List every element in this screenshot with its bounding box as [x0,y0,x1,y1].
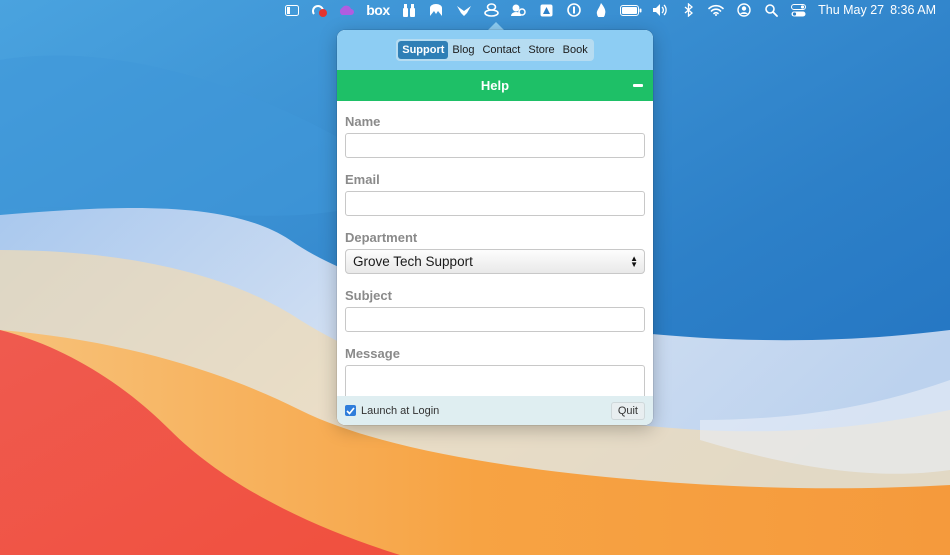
help-popover: Support Blog Contact Store Book Help Nam… [337,30,653,425]
volume-icon[interactable] [653,2,670,18]
one-password-icon[interactable] [565,2,582,18]
window-icon[interactable] [283,2,300,18]
select-arrows-icon: ▲ ▼ [630,253,638,269]
subject-field[interactable] [345,307,645,332]
tab-book[interactable]: Book [559,41,592,59]
battery-icon[interactable] [620,2,642,18]
help-stack-icon[interactable] [483,2,500,18]
cloud-sync-icon[interactable] [338,2,355,18]
minimize-button[interactable] [633,84,643,87]
message-label: Message [345,346,400,361]
gear-user-icon[interactable] [510,2,527,18]
email-field[interactable] [345,191,645,216]
department-value: Grove Tech Support [353,254,473,269]
binoculars-icon[interactable] [400,2,417,18]
wifi-icon[interactable] [708,2,725,18]
launch-at-login-checkbox[interactable] [345,405,356,416]
nav-tabs: Support Blog Contact Store Book [396,39,594,61]
department-select[interactable]: Grove Tech Support ▲ ▼ [345,249,645,274]
menu-bar: box Thu May 27 8:36 AM [0,0,950,20]
help-title: Help [480,78,510,93]
drive-icon[interactable] [538,2,555,18]
nav-bar: Support Blog Contact Store Book [337,30,653,70]
quit-button[interactable]: Quit [610,401,645,420]
department-label: Department [345,230,418,245]
flame-icon[interactable] [593,2,610,18]
tab-support[interactable]: Support [398,41,449,59]
launch-at-login-label: Launch at Login [361,404,440,417]
name-field[interactable] [345,133,645,158]
email-label: Email [345,172,380,187]
tab-store[interactable]: Store [524,41,558,59]
bluetooth-icon[interactable] [680,2,697,18]
user-icon[interactable] [735,2,752,18]
bird-icon[interactable] [455,2,472,18]
tab-blog[interactable]: Blog [448,41,478,59]
control-center-icon[interactable] [790,2,807,18]
menubar-clock[interactable]: Thu May 27 8:36 AM [818,3,936,17]
spotlight-icon[interactable] [763,2,780,18]
malwarebytes-icon[interactable] [428,2,445,18]
tab-contact[interactable]: Contact [478,41,524,59]
menubar-date: Thu May 27 [818,3,885,17]
menubar-time: 8:36 AM [890,3,936,17]
launch-at-login-row[interactable]: Launch at Login [345,405,439,417]
support-form: Name Email Department Grove Tech Support… [337,101,653,425]
creative-cloud-icon[interactable] [311,2,328,18]
subject-label: Subject [345,288,392,303]
popover-footer: Launch at Login Quit [337,396,653,425]
box-logo[interactable]: box [366,2,390,18]
name-label: Name [345,114,381,129]
help-header: Help [337,70,653,101]
